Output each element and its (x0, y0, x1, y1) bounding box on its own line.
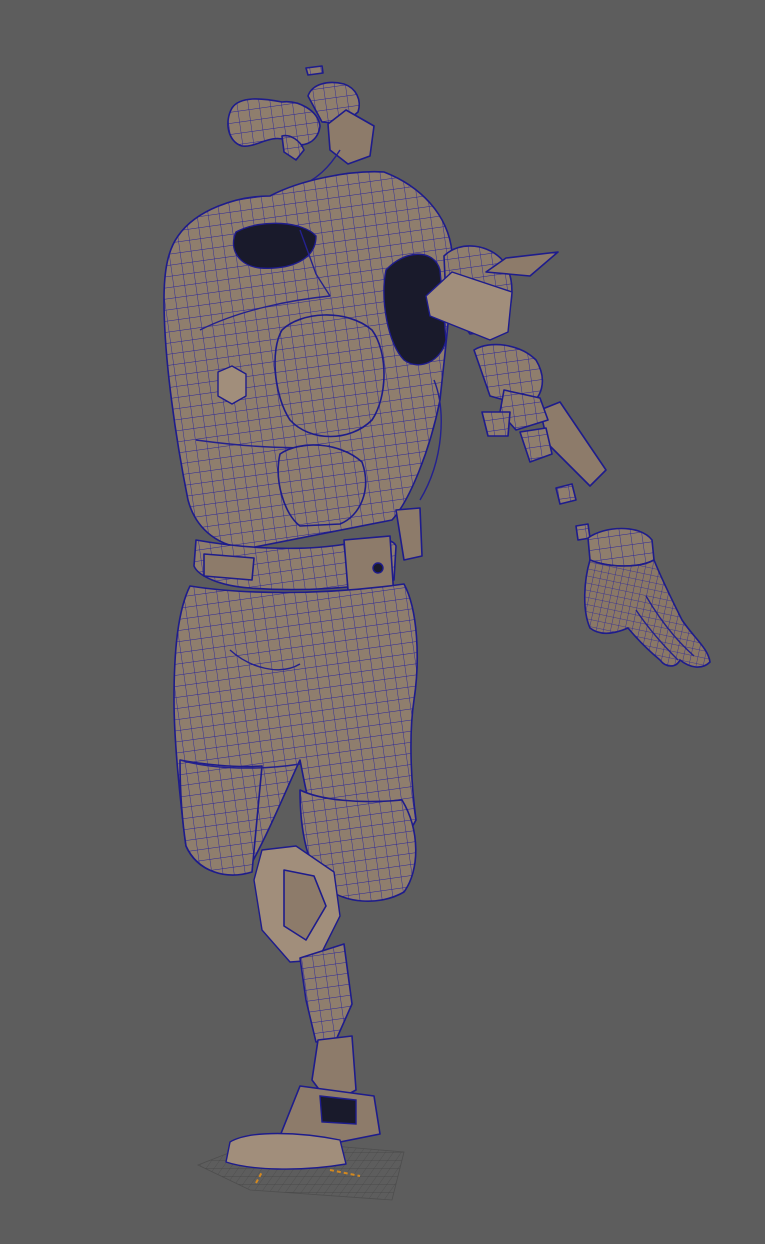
glove-cuff[interactable] (587, 527, 655, 567)
wrist-shard-a[interactable] (555, 483, 577, 505)
glove-mesh[interactable] (583, 527, 711, 668)
pouch-button (372, 562, 384, 574)
viewport-canvas[interactable] (0, 0, 765, 1244)
elbow-shard-b[interactable] (519, 427, 553, 463)
right-arm-exploded-parts[interactable] (425, 245, 607, 541)
abdomen-plate[interactable] (277, 444, 367, 527)
side-pouch[interactable] (395, 507, 423, 561)
elbow-shard-a[interactable] (481, 411, 511, 437)
shin-strut[interactable] (299, 943, 353, 1043)
headset-plate[interactable] (327, 109, 375, 165)
chest-plate[interactable] (274, 314, 385, 438)
3d-viewport[interactable] (0, 0, 765, 1244)
small-clip-part[interactable] (305, 65, 324, 76)
head-gear-parts[interactable] (227, 65, 375, 191)
belt-buckle[interactable] (203, 553, 255, 581)
chest-emblem (217, 365, 247, 405)
foot-cavity (319, 1095, 357, 1125)
foot-sole[interactable] (225, 1132, 347, 1170)
torso-vest-mesh[interactable] (163, 170, 453, 561)
goggle-visor-part[interactable] (227, 98, 321, 147)
glove-hand[interactable] (583, 558, 711, 668)
